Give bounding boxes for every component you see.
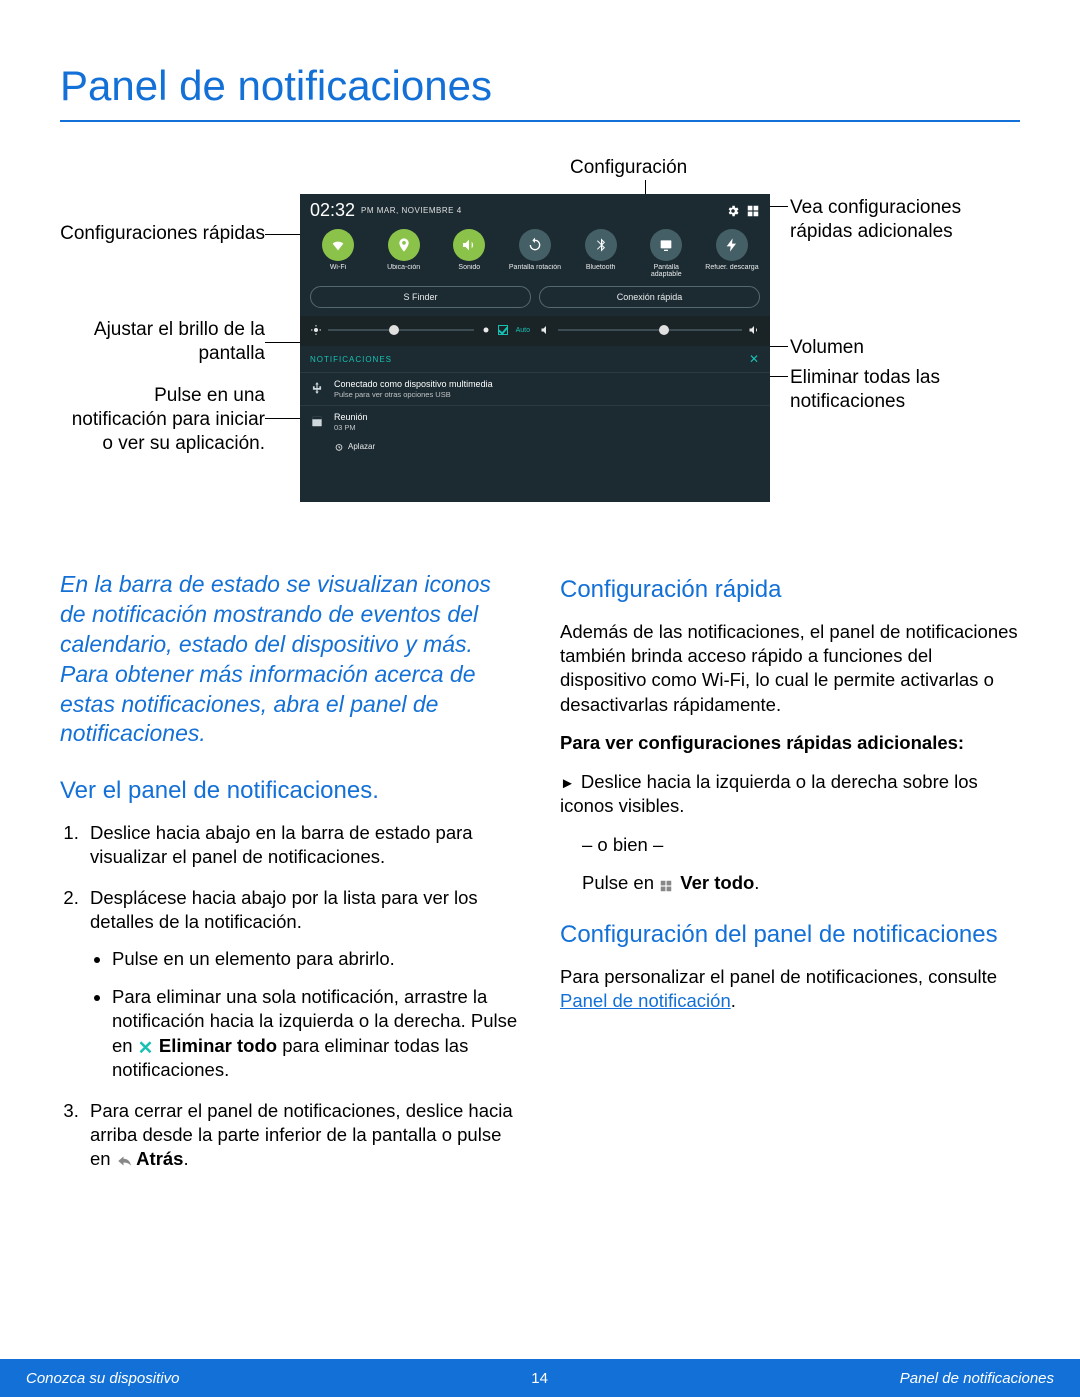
quick-adaptive-display[interactable]: Pantalla adaptable bbox=[638, 229, 694, 278]
snooze-button[interactable]: Aplazar bbox=[300, 438, 770, 460]
volume-slider[interactable] bbox=[540, 324, 760, 336]
footer-left: Conozca su dispositivo bbox=[26, 1370, 179, 1387]
panel-date: PM MAR, NOVIEMBRE 4 bbox=[361, 206, 462, 215]
right-column: Configuración rápida Además de las notif… bbox=[560, 570, 1020, 1188]
gear-icon[interactable] bbox=[726, 204, 740, 218]
intro-text: En la barra de estado se visualizan icon… bbox=[60, 570, 520, 749]
quick-location[interactable]: Ubica-ción bbox=[376, 229, 432, 278]
quick-settings-desc: Además de las notificaciones, el panel d… bbox=[560, 620, 1020, 718]
quick-sound[interactable]: Sonido bbox=[441, 229, 497, 278]
brightness-low-icon bbox=[310, 324, 322, 336]
notification-title: Reunión bbox=[334, 412, 368, 423]
notification-item-calendar[interactable]: Reunión 03 PM bbox=[300, 405, 770, 438]
section-panel-settings: Configuración del panel de notificacione… bbox=[560, 919, 1020, 951]
quick-bluetooth[interactable]: Bluetooth bbox=[573, 229, 629, 278]
notifications-header: NOTIFICACIONES bbox=[310, 355, 392, 364]
auto-label: Auto bbox=[516, 327, 530, 334]
or-separator: – o bien – bbox=[560, 833, 1020, 857]
callout-quick-more: Vea configuraciones rápidas adicionales bbox=[790, 196, 1010, 244]
sfinder-button[interactable]: S Finder bbox=[310, 286, 531, 308]
footer-page-number: 14 bbox=[531, 1370, 548, 1387]
quick-download-booster[interactable]: Refuer. descarga bbox=[704, 229, 760, 278]
notification-item-usb[interactable]: Conectado como dispositivo multimedia Pu… bbox=[300, 372, 770, 405]
volume-low-icon bbox=[540, 324, 552, 336]
annotated-diagram: Configuración Vea configuraciones rápida… bbox=[60, 156, 1020, 536]
callout-clear-all: Eliminar todas las notificaciones bbox=[790, 366, 1000, 414]
quick-settings-howto: Para ver configuraciones rápidas adicion… bbox=[560, 731, 1020, 755]
footer-right: Panel de notificaciones bbox=[900, 1370, 1054, 1387]
grid-icon bbox=[659, 873, 675, 889]
bullet-viewall: Pulse en Ver todo. bbox=[560, 871, 1020, 895]
calendar-icon bbox=[310, 414, 324, 428]
callout-tap-notif: Pulse en una notificación para iniciar o… bbox=[60, 384, 265, 455]
quick-rotation[interactable]: Pantalla rotación bbox=[507, 229, 563, 278]
callout-brightness: Ajustar el brillo de la pantalla bbox=[60, 318, 265, 366]
callout-settings: Configuración bbox=[570, 156, 687, 180]
page-title: Panel de notificaciones bbox=[60, 62, 1020, 122]
usb-icon bbox=[310, 381, 324, 395]
step-2-bullet-1: Pulse en un elemento para abrirlo. bbox=[112, 947, 520, 971]
grid-icon[interactable] bbox=[746, 204, 760, 218]
step-1: Deslice hacia abajo en la barra de estad… bbox=[84, 821, 520, 870]
auto-brightness-checkbox[interactable] bbox=[498, 325, 508, 335]
quick-connect-button[interactable]: Conexión rápida bbox=[539, 286, 760, 308]
alarm-icon bbox=[334, 442, 344, 452]
notification-subtitle: Pulse para ver otras opciones USB bbox=[334, 390, 493, 399]
brightness-high-icon bbox=[480, 324, 492, 336]
close-icon: ✕ bbox=[138, 1036, 154, 1052]
left-column: En la barra de estado se visualizan icon… bbox=[60, 570, 520, 1188]
volume-high-icon bbox=[748, 324, 760, 336]
callout-volume: Volumen bbox=[790, 336, 864, 360]
step-3: Para cerrar el panel de notificaciones, … bbox=[84, 1099, 520, 1172]
quick-wifi[interactable]: Wi-Fi bbox=[310, 229, 366, 278]
step-2: Desplácese hacia abajo por la lista para… bbox=[84, 886, 520, 1083]
clear-all-icon[interactable]: ✕ bbox=[749, 352, 760, 366]
bullet-swipe: Deslice hacia la izquierda o la derecha … bbox=[560, 770, 1020, 819]
notification-subtitle: 03 PM bbox=[334, 423, 368, 432]
quick-settings-row: Wi-Fi Ubica-ción Sonido Pantalla rotació… bbox=[300, 225, 770, 286]
callout-quick-settings: Configuraciones rápidas bbox=[60, 222, 265, 246]
brightness-slider[interactable]: Auto bbox=[310, 324, 530, 336]
panel-settings-desc: Para personalizar el panel de notificaci… bbox=[560, 965, 1020, 1014]
section-quick-settings: Configuración rápida bbox=[560, 574, 1020, 606]
panel-clock: 02:32 bbox=[310, 200, 355, 221]
notification-panel: 02:32 PM MAR, NOVIEMBRE 4 Wi-Fi Ubica-ci… bbox=[300, 194, 770, 502]
panel-link[interactable]: Panel de notificación bbox=[560, 990, 731, 1011]
step-2-bullet-2: Para eliminar una sola notificación, arr… bbox=[112, 985, 520, 1083]
page-footer: Conozca su dispositivo 14 Panel de notif… bbox=[0, 1359, 1080, 1397]
back-icon bbox=[116, 1149, 132, 1165]
section-view-panel: Ver el panel de notificaciones. bbox=[60, 775, 520, 807]
notification-title: Conectado como dispositivo multimedia bbox=[334, 379, 493, 390]
